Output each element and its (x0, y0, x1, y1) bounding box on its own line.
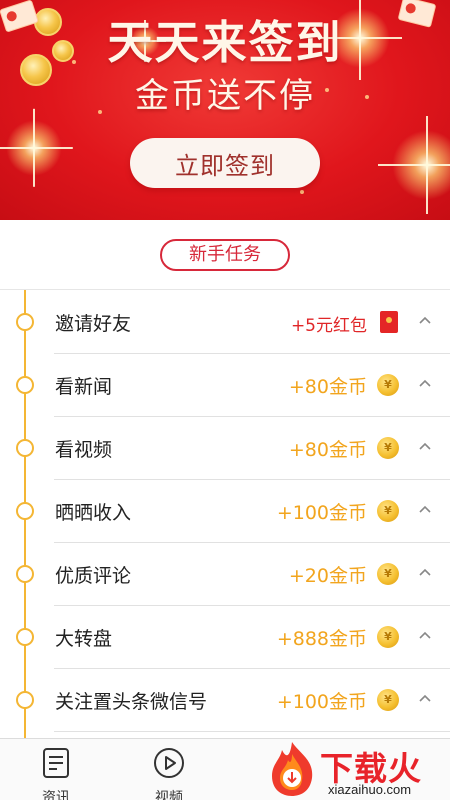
play-circle-icon (154, 748, 184, 778)
task-name: 看视频 (55, 439, 113, 461)
chevron-up-icon[interactable] (418, 439, 432, 453)
nav-label-news: 资讯 (42, 790, 70, 800)
banner-subtitle: 金币送不停 (135, 76, 315, 116)
chevron-up-icon[interactable] (418, 691, 432, 705)
task-reward: +80金币 (288, 376, 367, 398)
nav-item-video[interactable]: 视频 (139, 747, 199, 800)
timeline-node-icon (16, 691, 34, 709)
coin-icon: ¥ (377, 626, 399, 648)
task-reward: +100金币 (276, 691, 367, 713)
task-name: 邀请好友 (55, 313, 132, 335)
chevron-up-icon[interactable] (418, 376, 432, 390)
timeline-node-icon (16, 439, 34, 457)
timeline-node-icon (16, 313, 34, 331)
task-row[interactable]: 晒晒收入 +100金币 ¥ (0, 480, 450, 543)
newbie-tasks-header: 新手任务 (160, 239, 290, 271)
nav-label-video: 视频 (155, 790, 183, 800)
task-reward: +100金币 (276, 502, 367, 524)
hongbao-icon (380, 311, 398, 333)
coin-icon: ¥ (377, 500, 399, 522)
coin-icon: ¥ (377, 374, 399, 396)
task-name: 优质评论 (55, 565, 132, 587)
chevron-up-icon[interactable] (418, 565, 432, 579)
task-name: 看新闻 (55, 376, 113, 398)
sparkle-decoration (6, 120, 62, 176)
task-row[interactable]: 看视频 +80金币 ¥ (0, 417, 450, 480)
timeline-node-icon (16, 565, 34, 583)
task-name: 关注置头条微信号 (55, 691, 208, 713)
sign-in-banner: 天天来签到 金币送不停 立即签到 (0, 0, 450, 220)
coin-icon: ¥ (377, 437, 399, 459)
chevron-up-icon[interactable] (418, 628, 432, 642)
task-reward: +5元红包 (290, 316, 367, 336)
timeline-node-icon (16, 628, 34, 646)
document-icon (43, 748, 69, 778)
flame-icon (272, 742, 313, 796)
timeline-node-icon (16, 502, 34, 520)
task-reward: +80金币 (288, 439, 367, 461)
task-row[interactable]: 看新闻 +80金币 ¥ (0, 354, 450, 417)
task-row[interactable]: 优质评论 +20金币 ¥ (0, 543, 450, 606)
sign-in-now-button[interactable]: 立即签到 (130, 138, 320, 188)
chevron-up-icon[interactable] (418, 313, 432, 327)
row-divider (54, 731, 450, 732)
task-row[interactable]: 大转盘 +888金币 ¥ (0, 606, 450, 669)
task-row[interactable]: 关注置头条微信号 +100金币 ¥ (0, 669, 450, 732)
sparkle-decoration (392, 130, 450, 200)
task-name: 大转盘 (55, 628, 113, 650)
task-row[interactable]: 邀请好友 +5元红包 (0, 291, 450, 354)
watermark-logo: 下载火 xiazaihuo.com (262, 738, 450, 800)
task-reward: +20金币 (288, 565, 367, 587)
coin-icon: ¥ (377, 689, 399, 711)
watermark-url: xiazaihuo.com (328, 782, 412, 797)
task-reward: +888金币 (276, 628, 367, 650)
coin-icon: ¥ (377, 563, 399, 585)
timeline-node-icon (16, 376, 34, 394)
nav-item-news[interactable]: 资讯 (26, 747, 86, 800)
banner-title: 天天来签到 (107, 16, 343, 69)
chevron-up-icon[interactable] (418, 502, 432, 516)
task-name: 晒晒收入 (55, 502, 132, 524)
sparkle-dot (300, 190, 304, 194)
